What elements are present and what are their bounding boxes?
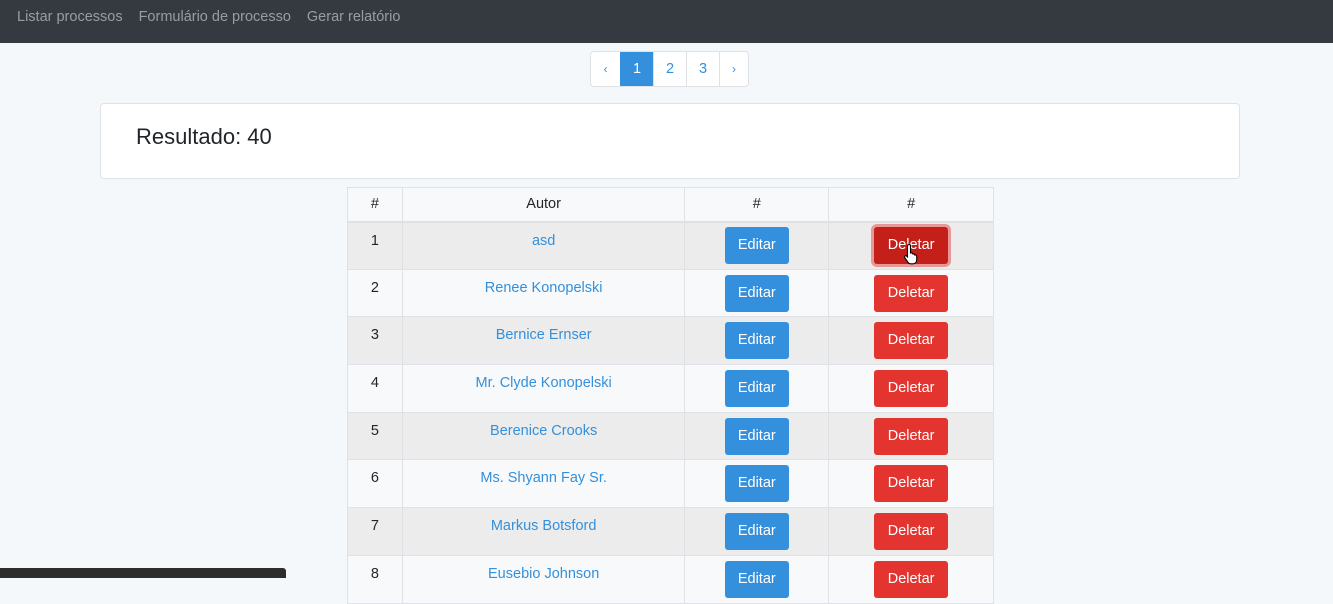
delete-button[interactable]: Deletar [874, 512, 949, 550]
row-index: 5 [347, 411, 403, 461]
autor-link[interactable]: Eusebio Johnson [488, 566, 599, 582]
table-header-row: # Autor # # [347, 187, 994, 223]
edit-button[interactable]: Editar [724, 322, 789, 360]
table-row: 5 Berenice Crooks Editar Deletar [347, 411, 994, 461]
row-index: 2 [347, 268, 403, 318]
pagination: ‹ 1 2 3 › [590, 51, 749, 87]
result-count: Resultado: 40 [136, 124, 272, 149]
table-row: 3 Bernice Ernser Editar Deletar [347, 316, 994, 366]
autor-link[interactable]: Berenice Crooks [490, 423, 597, 439]
edit-button[interactable]: Editar [724, 417, 789, 455]
table-row: 2 Renee Konopelski Editar Deletar [347, 268, 994, 318]
delete-button[interactable]: Deletar [874, 369, 949, 407]
autor-link[interactable]: Markus Botsford [491, 518, 597, 534]
autor-link[interactable]: Mr. Clyde Konopelski [476, 375, 612, 391]
nav-links: Listar processos Formulário de processo … [17, 8, 400, 26]
header-autor: Autor [401, 187, 686, 223]
table-row: 4 Mr. Clyde Konopelski Editar Deletar [347, 364, 994, 413]
process-table: # Autor # # 1 asd Editar Deletar 2 Renee… [347, 187, 994, 604]
autor-link[interactable]: asd [532, 233, 555, 249]
edit-button[interactable]: Editar [724, 227, 789, 265]
row-index: 6 [347, 459, 403, 509]
pagination-page-3[interactable]: 3 [686, 52, 719, 86]
pagination-page-2[interactable]: 2 [653, 52, 686, 86]
table-row: 8 Eusebio Johnson Editar Deletar [347, 554, 994, 604]
delete-button[interactable]: Deletar [874, 560, 949, 598]
table-row: 1 asd Editar Deletar [347, 221, 994, 270]
edit-button[interactable]: Editar [724, 512, 789, 550]
table-row: 7 Markus Botsford Editar Deletar [347, 507, 994, 556]
row-index: 8 [347, 554, 403, 604]
pagination-prev-button[interactable]: ‹ [591, 52, 620, 86]
header-index: # [347, 187, 403, 223]
pagination-next-button[interactable]: › [719, 52, 748, 86]
delete-button[interactable]: Deletar [874, 417, 949, 455]
header-edit: # [684, 187, 830, 223]
row-index: 1 [347, 221, 403, 270]
nav-link-listar-processos[interactable]: Listar processos [17, 8, 123, 26]
nav-link-formulario-processo[interactable]: Formulário de processo [139, 8, 291, 26]
table-row: 6 Ms. Shyann Fay Sr. Editar Deletar [347, 459, 994, 509]
delete-button[interactable]: Deletar [874, 322, 949, 360]
navbar: Listar processos Formulário de processo … [0, 0, 1333, 43]
autor-link[interactable]: Ms. Shyann Fay Sr. [480, 470, 607, 486]
edit-button[interactable]: Editar [724, 369, 789, 407]
delete-button[interactable]: Deletar [874, 274, 949, 312]
result-card: Resultado: 40 [100, 103, 1240, 179]
delete-button[interactable]: Deletar [874, 465, 949, 503]
status-bar [0, 568, 286, 578]
autor-link[interactable]: Bernice Ernser [496, 327, 592, 343]
row-index: 7 [347, 507, 403, 556]
autor-link[interactable]: Renee Konopelski [485, 280, 603, 296]
edit-button[interactable]: Editar [724, 560, 789, 598]
pagination-page-1[interactable]: 1 [620, 52, 653, 86]
hand-pointer-icon [904, 243, 918, 265]
edit-button[interactable]: Editar [724, 274, 789, 312]
row-index: 4 [347, 364, 403, 413]
edit-button[interactable]: Editar [724, 465, 789, 503]
header-delete: # [828, 187, 994, 223]
nav-link-gerar-relatorio[interactable]: Gerar relatório [307, 8, 400, 26]
row-index: 3 [347, 316, 403, 366]
